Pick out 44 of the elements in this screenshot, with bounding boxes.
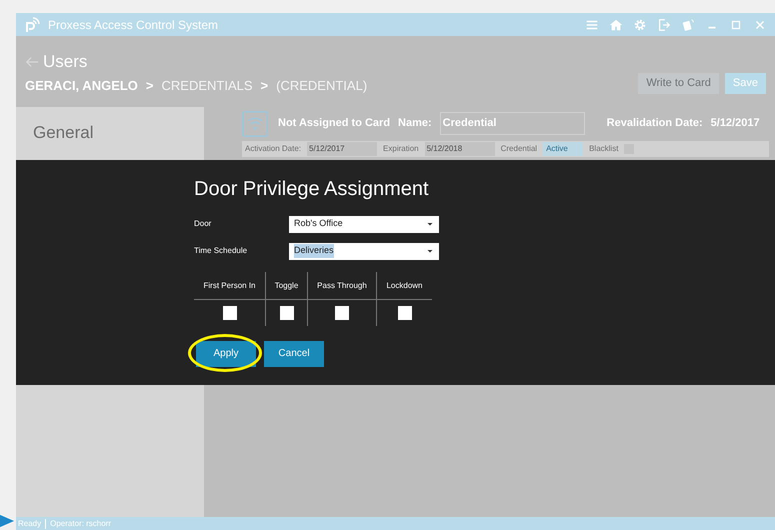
field-label: Door <box>194 218 212 230</box>
field-label: Credential <box>500 143 538 155</box>
column-header: Lockdown <box>377 272 432 300</box>
option-checkbox[interactable] <box>222 306 236 320</box>
field-label: Activation Date: <box>245 143 302 155</box>
column-header: Toggle <box>266 272 307 300</box>
date-field[interactable]: 5/12/2018 <box>424 142 495 156</box>
revalidation-date: 5/12/2017 <box>710 116 760 132</box>
column-header: First Person In <box>194 272 265 300</box>
dropdown-caret-icon <box>426 247 434 255</box>
logo-icon <box>24 16 40 32</box>
dialog-button[interactable]: Apply <box>196 340 256 366</box>
home-icon[interactable] <box>609 18 623 32</box>
operator-text: Operator: rschorr <box>50 518 112 530</box>
status-text: Ready <box>18 518 42 530</box>
dropdown[interactable]: Deliveries <box>289 242 439 260</box>
field-label: Time Schedule <box>194 245 248 257</box>
wireless-card-icon <box>242 110 268 136</box>
breadcrumb-item: > <box>146 77 154 95</box>
field-label: Expiration <box>383 143 419 155</box>
date-field[interactable]: 5/12/2017 <box>307 142 378 156</box>
option-checkbox[interactable] <box>398 306 412 320</box>
option-checkbox[interactable] <box>280 306 294 320</box>
window-title: Proxess Access Control System <box>48 16 218 34</box>
dialog-title: Door Privilege Assignment <box>194 177 430 202</box>
breadcrumb-item[interactable]: GERACI, ANGELO <box>25 76 138 96</box>
pointer-arrow-icon <box>0 514 14 528</box>
option-checkbox[interactable] <box>335 306 349 320</box>
settings-icon[interactable] <box>633 18 647 32</box>
logout-icon[interactable] <box>657 18 671 32</box>
name-field[interactable]: Credential <box>440 112 585 135</box>
card-icon[interactable] <box>681 18 695 32</box>
name-label: Name: <box>398 116 432 132</box>
dropdown-caret-icon <box>426 220 434 228</box>
card-status: Not Assigned to Card <box>278 116 390 132</box>
revalidation-label: Revalidation Date: <box>606 116 703 132</box>
back-link[interactable]: Users <box>25 52 88 72</box>
back-arrow-icon <box>25 55 39 69</box>
dialog-button[interactable]: Cancel <box>264 340 324 366</box>
field-label: Blacklist <box>589 143 618 155</box>
dropdown[interactable]: Rob's Office <box>289 216 439 232</box>
breadcrumb-item: > <box>260 77 268 95</box>
column-header: Pass Through <box>308 272 376 300</box>
status-select[interactable]: Active <box>543 142 584 156</box>
